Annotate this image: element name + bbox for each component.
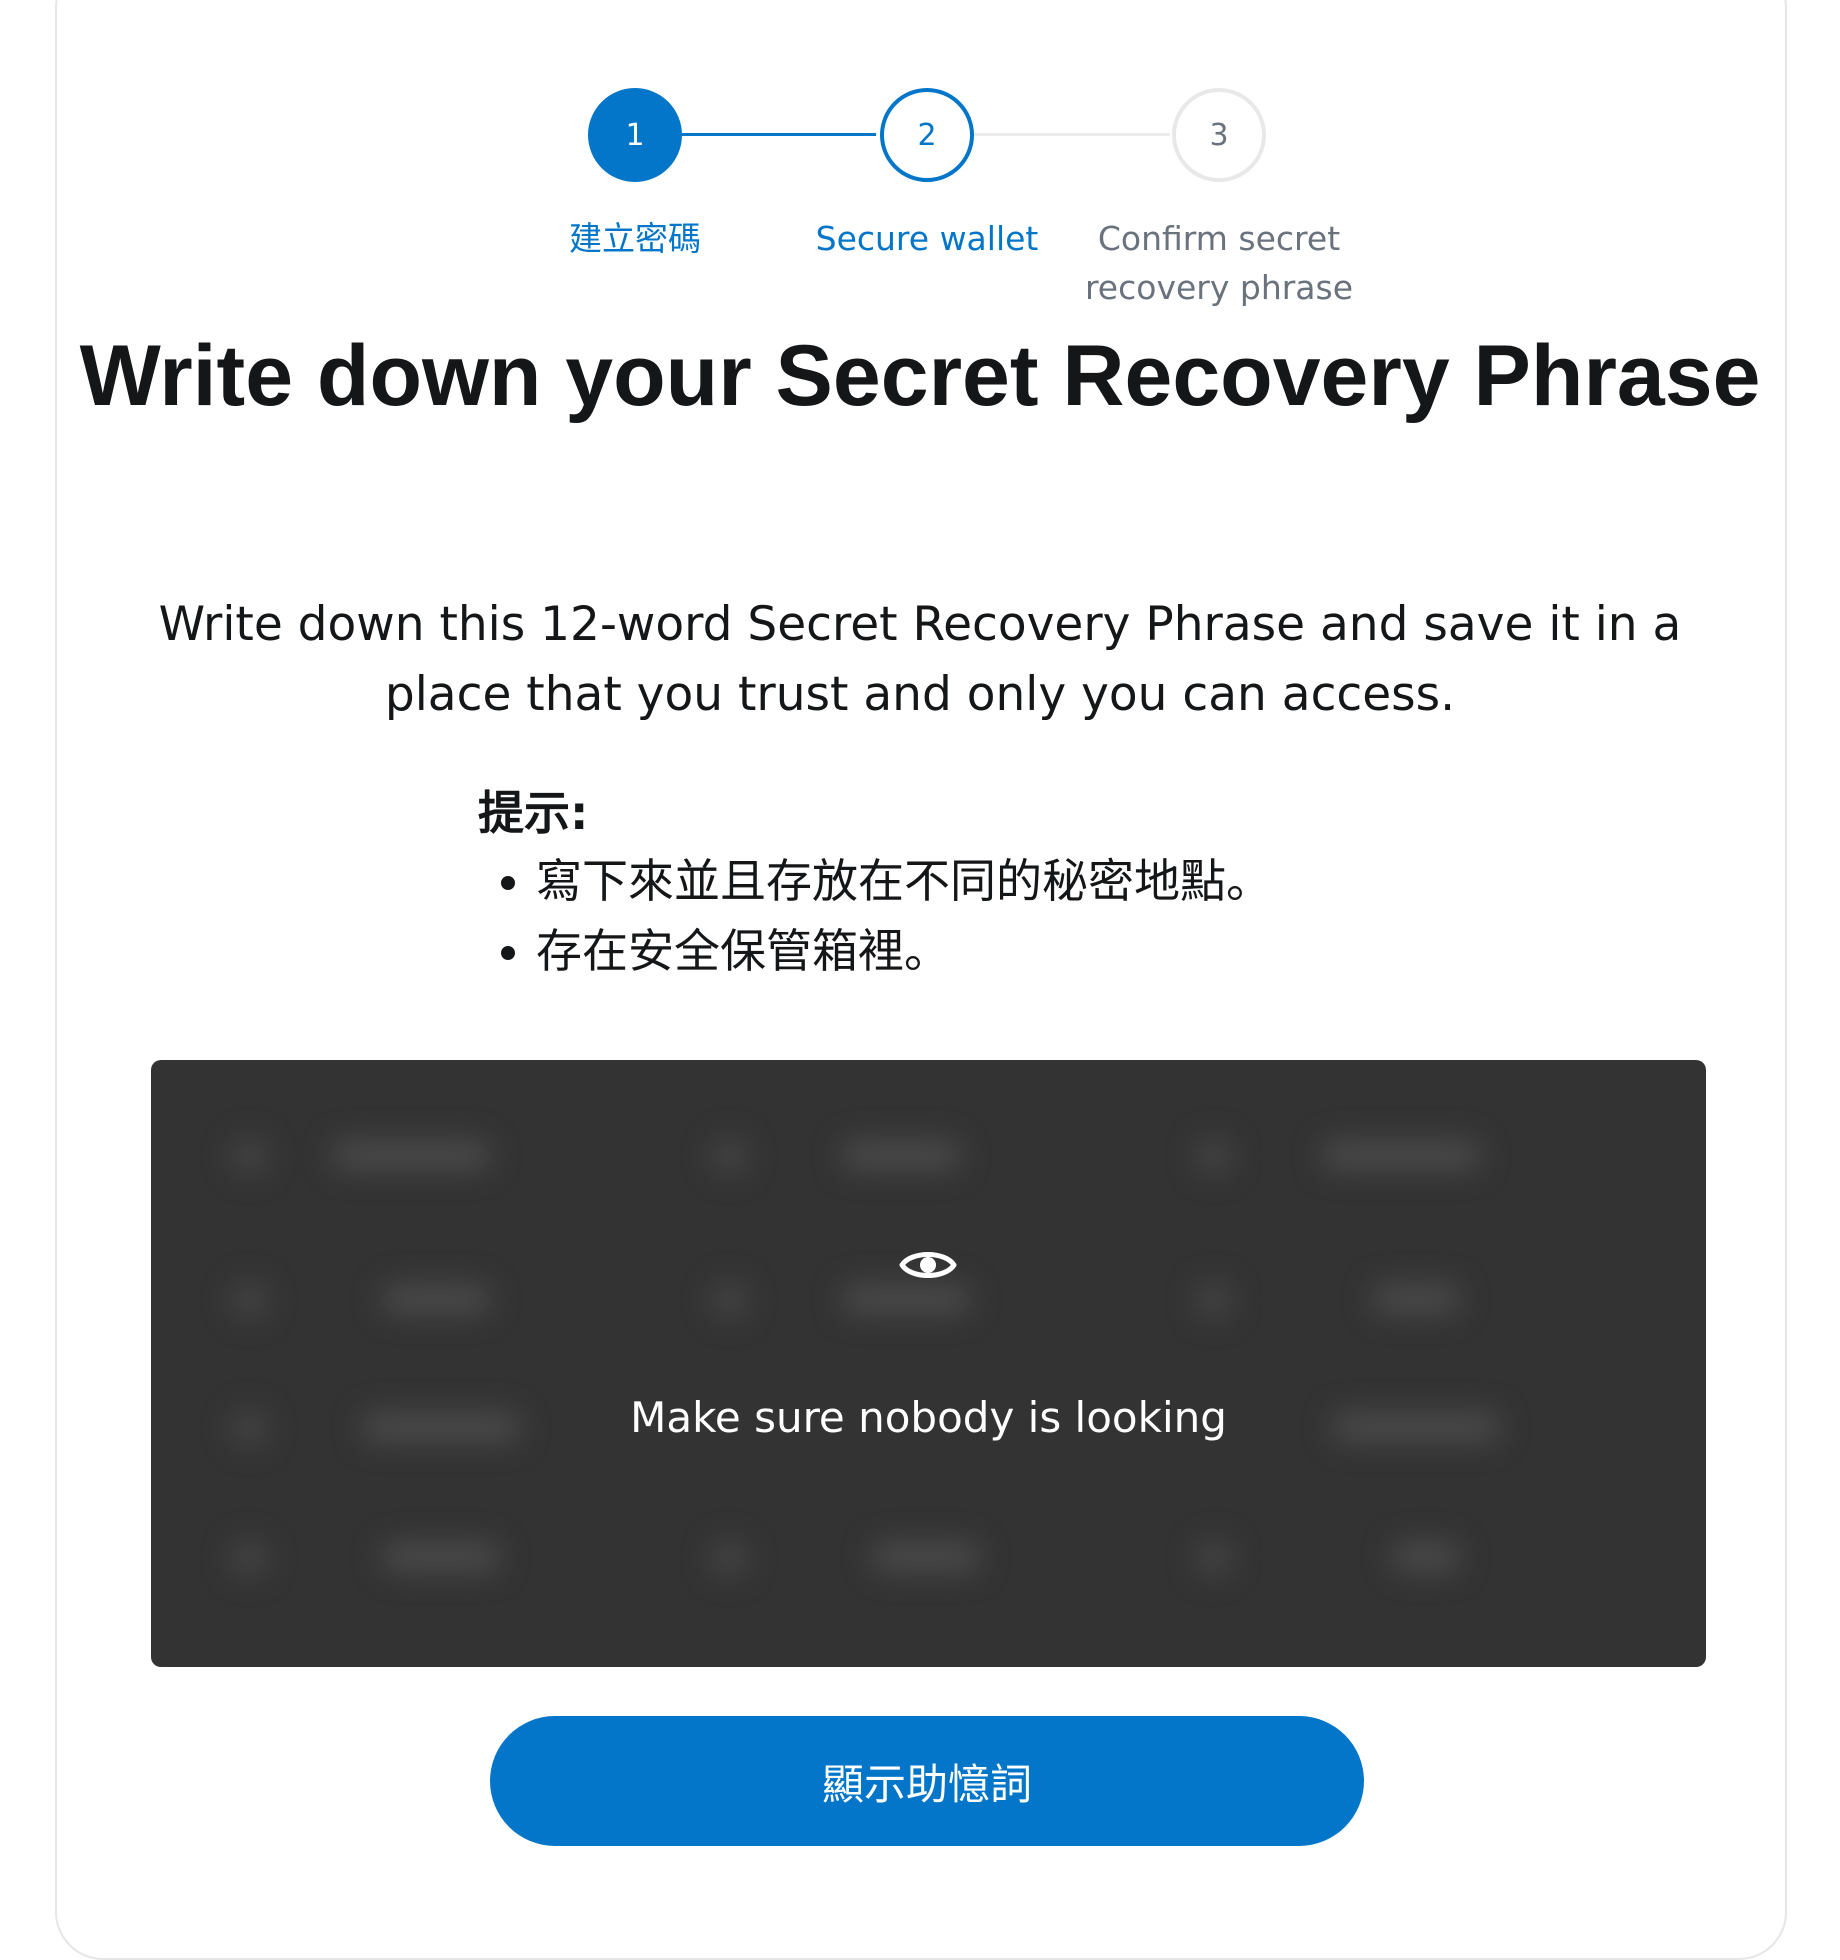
eye-icon: [899, 1252, 957, 1278]
step-connector-completed: [676, 133, 876, 136]
step-1-indicator: 1: [588, 88, 682, 182]
privacy-warning: Make sure nobody is looking: [630, 1393, 1227, 1442]
step-3-label: Confirm secret recovery phrase: [1084, 219, 1354, 307]
tips-section: 提示: 寫下來並且存放在不同的秘密地點。 存在安全保管箱裡。: [478, 780, 1478, 986]
tips-list: 寫下來並且存放在不同的秘密地點。 存在安全保管箱裡。: [478, 846, 1478, 986]
reveal-phrase-button[interactable]: 顯示助憶詞: [490, 1716, 1364, 1846]
page-description: Write down this 12-word Secret Recovery …: [158, 597, 1682, 722]
step-3-indicator: 3: [1172, 88, 1266, 182]
step-1-label: 建立密碼: [569, 219, 701, 258]
tip-item: 寫下來並且存放在不同的秘密地點。: [536, 846, 1478, 916]
step-connector-pending: [970, 133, 1170, 136]
page-title: Write down your Secret Recovery Phrase: [79, 328, 1761, 424]
step-2-indicator: 2: [880, 88, 974, 182]
secret-recovery-phrase-box[interactable]: Make sure nobody is looking: [151, 1060, 1706, 1667]
step-2-label: Secure wallet: [815, 219, 1039, 258]
tip-item: 存在安全保管箱裡。: [536, 916, 1478, 986]
tips-title: 提示:: [478, 786, 589, 840]
blurred-phrase-grid: [151, 1060, 1706, 1667]
